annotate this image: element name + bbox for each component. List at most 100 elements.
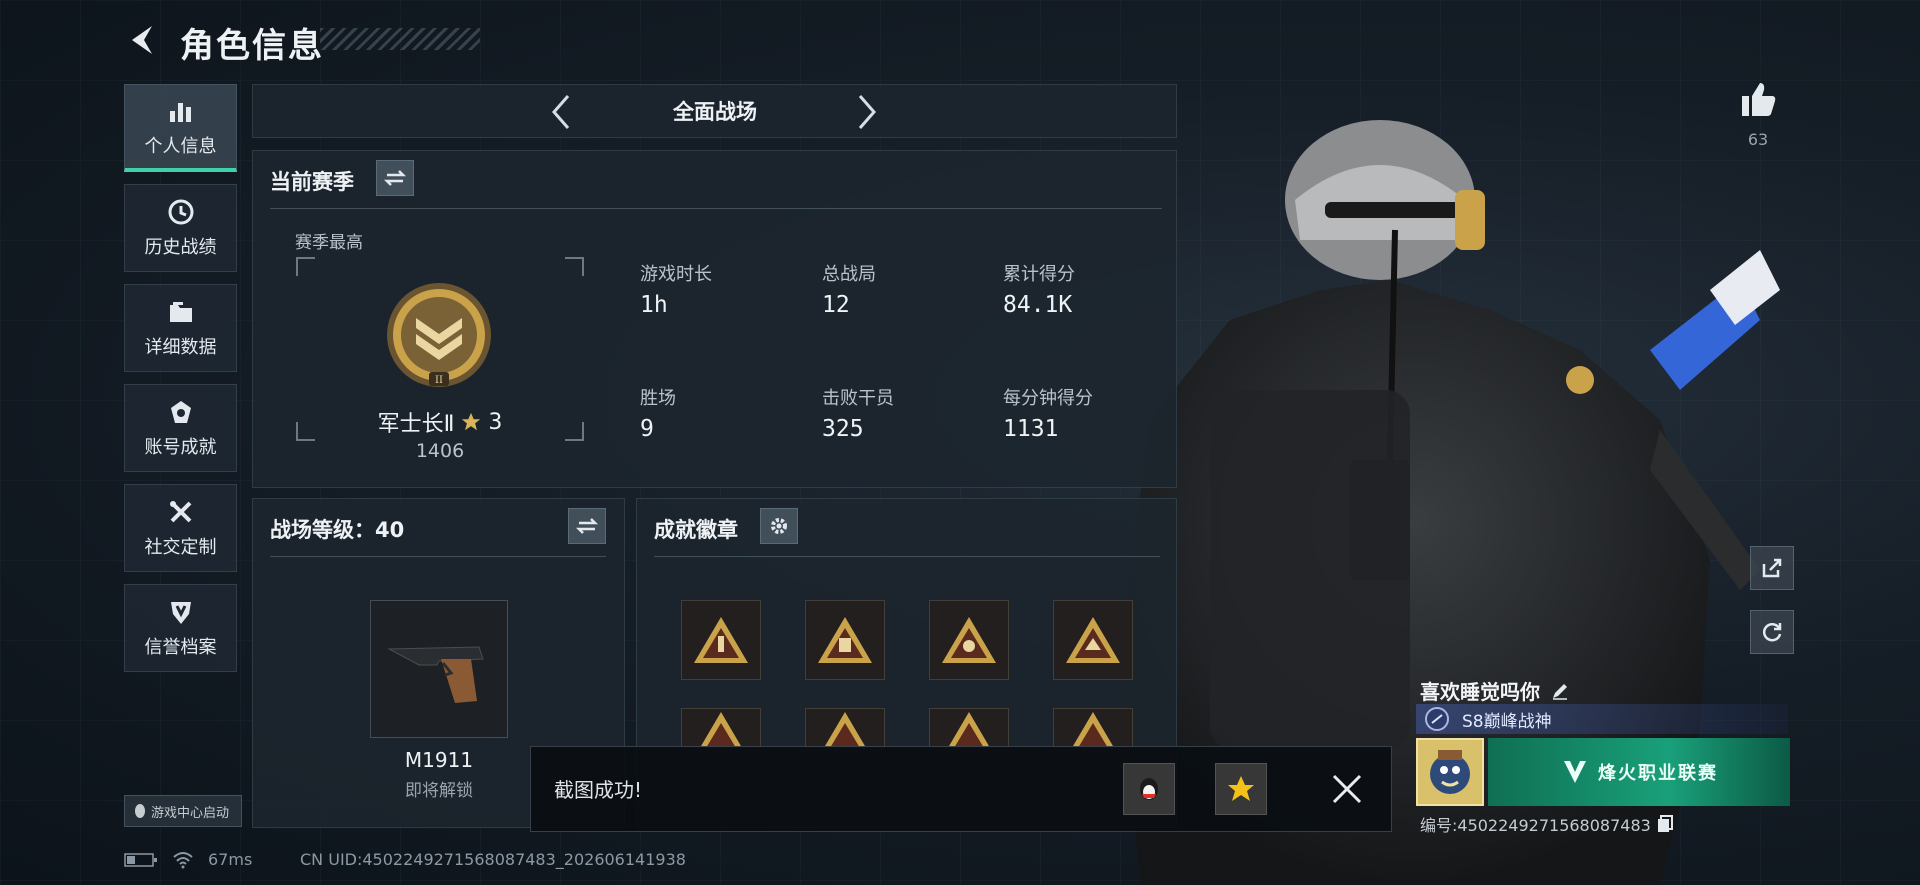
medal-icon — [166, 397, 196, 427]
stat-label-score-per-minute: 每分钟得分 — [1003, 388, 1093, 409]
stat-value-total-matches: 12 — [822, 292, 850, 318]
status-bar: 67ms — [124, 850, 252, 869]
player-avatar[interactable] — [1416, 738, 1484, 806]
sidebar-item-label: 历史战绩 — [144, 237, 217, 258]
player-name: 喜欢睡觉吗你 — [1420, 680, 1540, 704]
sidebar-item-credit[interactable]: 信誉档案 — [124, 584, 237, 672]
ping-value: 67ms — [208, 850, 253, 869]
stat-label-play-time: 游戏时长 — [640, 264, 712, 285]
achievements-title: 成就徽章 — [654, 518, 738, 542]
player-title: S8巅峰战神 — [1462, 711, 1552, 732]
share-button[interactable] — [1750, 546, 1794, 590]
achievement-badge[interactable] — [1053, 708, 1133, 748]
triangle-badge-icon — [948, 712, 990, 747]
mode-title: 全面战场 — [673, 100, 757, 124]
weapon-name: M1911 — [404, 748, 474, 772]
stat-value-score-per-minute: 1131 — [1003, 416, 1059, 442]
achievement-badge[interactable] — [929, 600, 1009, 680]
back-arrow-icon[interactable] — [122, 20, 162, 60]
triangle-badge-icon — [700, 712, 742, 747]
toast-message: 截图成功! — [554, 778, 643, 802]
player-id: 编号:4502249271568087483 — [1420, 816, 1651, 835]
clock-icon — [166, 197, 196, 227]
season-switch-button[interactable] — [376, 160, 414, 196]
stat-value-kills: 325 — [822, 416, 864, 442]
weapon-thumbnail[interactable] — [370, 600, 508, 738]
rank-name-row: 军士长Ⅱ 3 — [360, 406, 520, 438]
league-logo-icon — [1564, 761, 1586, 783]
sidebar-item-history[interactable]: 历史战绩 — [124, 184, 237, 272]
share-qzone-button[interactable] — [1215, 763, 1267, 815]
sidebar-item-label: 详细数据 — [144, 337, 217, 358]
rank-emblem-icon: II — [387, 283, 491, 387]
battery-icon — [124, 852, 157, 867]
rank-score: 1406 — [415, 440, 465, 462]
bar-chart-icon — [166, 96, 196, 126]
sidebar-item-label: 账号成就 — [144, 437, 217, 458]
game-center-launch-label: 游戏中心启动 — [151, 805, 230, 821]
game-center-launch-button[interactable]: 游戏中心启动 — [124, 795, 242, 827]
pistol-icon — [387, 646, 484, 703]
season-title: 当前赛季 — [270, 170, 354, 194]
tools-icon — [166, 497, 196, 527]
player-title-bar: S8巅峰战神 — [1416, 704, 1788, 734]
share-icon — [1762, 558, 1782, 578]
qzone-star-icon — [1228, 776, 1254, 801]
page-title: 角色信息 — [180, 26, 324, 66]
league-banner[interactable]: 烽火职业联赛 — [1488, 738, 1790, 806]
triangle-badge-icon — [1066, 617, 1120, 663]
star-icon — [462, 412, 481, 431]
penguin-icon — [135, 804, 145, 818]
folder-icon — [166, 297, 196, 327]
achievement-badge[interactable] — [1053, 600, 1133, 680]
uid-text: CN UID:4502249271568087483_202606141938 — [300, 850, 686, 869]
triangle-badge-icon — [824, 712, 866, 747]
league-banner-text: 烽火职业联赛 — [1598, 763, 1718, 784]
previous-mode-arrow-icon[interactable] — [546, 92, 576, 132]
battle-level-switch-button[interactable] — [568, 508, 606, 544]
sidebar-item-label: 个人信息 — [144, 135, 217, 157]
edit-pencil-icon[interactable] — [1550, 681, 1570, 701]
achievement-badge[interactable] — [929, 708, 1009, 748]
triangle-badge-icon — [694, 617, 748, 663]
sidebar-item-achievements[interactable]: 账号成就 — [124, 384, 237, 472]
achievement-badge[interactable] — [805, 600, 885, 680]
battle-level-divider — [270, 556, 606, 557]
copy-icon[interactable] — [1657, 815, 1673, 833]
close-icon[interactable] — [1330, 772, 1364, 806]
sidebar-item-label: 社交定制 — [144, 537, 217, 558]
likes-count: 63 — [1747, 130, 1769, 149]
sidebar-item-social[interactable]: 社交定制 — [124, 484, 237, 572]
gear-icon — [771, 518, 787, 534]
achievements-divider — [654, 556, 1160, 557]
shield-icon — [166, 597, 196, 627]
stat-label-total-score: 累计得分 — [1003, 264, 1075, 285]
share-qq-button[interactable] — [1123, 763, 1175, 815]
sidebar-item-details[interactable]: 详细数据 — [124, 284, 237, 372]
battle-level-title: 战场等级：40 — [270, 518, 405, 542]
player-name-row: 喜欢睡觉吗你 — [1420, 676, 1570, 705]
avatar-mascot-icon — [1430, 750, 1470, 794]
sidebar-item-personal-info[interactable]: 个人信息 — [124, 84, 237, 172]
triangle-badge-icon — [818, 617, 872, 663]
wifi-icon — [173, 851, 193, 868]
rank-stars: 3 — [488, 409, 503, 435]
rank-name: 军士长Ⅱ — [377, 412, 455, 437]
achievement-badge[interactable] — [805, 708, 885, 748]
stat-value-total-score: 84.1K — [1003, 292, 1073, 318]
achievements-settings-button[interactable] — [760, 508, 798, 544]
swap-arrows-icon — [576, 518, 598, 534]
stat-label-total-matches: 总战局 — [822, 264, 876, 285]
refresh-button[interactable] — [1750, 610, 1794, 654]
achievement-badge[interactable] — [681, 708, 761, 748]
title-emblem-icon — [1425, 707, 1449, 731]
thumbs-up-icon[interactable] — [1738, 80, 1778, 118]
player-id-row: 编号:4502249271568087483 — [1420, 812, 1673, 836]
season-best-label: 赛季最高 — [295, 233, 363, 253]
svg-text:II: II — [435, 375, 443, 386]
next-mode-arrow-icon[interactable] — [852, 92, 882, 132]
refresh-icon — [1762, 623, 1782, 642]
title-decoration — [320, 28, 480, 50]
swap-arrows-icon — [384, 170, 406, 186]
achievement-badge[interactable] — [681, 600, 761, 680]
